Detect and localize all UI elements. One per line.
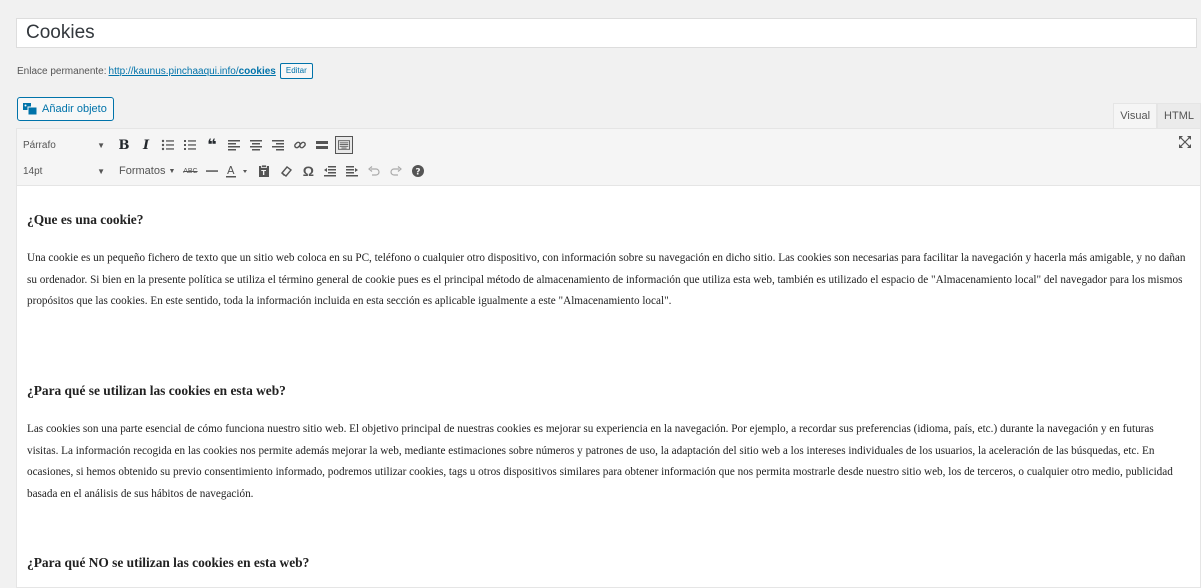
outdent-icon[interactable]: [319, 160, 341, 182]
fullscreen-icon[interactable]: [1178, 135, 1192, 149]
editor-tabs: Visual HTML: [1113, 103, 1201, 128]
italic-icon[interactable]: I: [135, 134, 157, 156]
permalink-base: http://kaunus.pinchaaqui.info/: [108, 65, 239, 77]
format-select[interactable]: Párrafo ▼: [17, 140, 113, 151]
svg-text:T: T: [262, 169, 267, 177]
align-center-icon[interactable]: [245, 134, 267, 156]
content-heading: ¿Para qué NO se utilizan las cookies en …: [27, 555, 310, 570]
tab-html[interactable]: HTML: [1157, 103, 1201, 128]
editor-content[interactable]: ¿Que es una cookie? Una cookie es un peq…: [16, 186, 1201, 588]
post-title-input[interactable]: Cookies: [16, 18, 1197, 48]
svg-text:?: ?: [416, 168, 421, 178]
formats-dropdown[interactable]: Formatos ▼: [119, 165, 175, 177]
svg-text:A: A: [227, 164, 235, 177]
formats-label: Formatos: [119, 165, 166, 177]
content-paragraph: Las cookies son una parte esencial de có…: [27, 423, 1173, 500]
text-color-icon[interactable]: A: [223, 160, 253, 182]
horizontal-line-icon[interactable]: [201, 160, 223, 182]
chevron-down-icon: ▼: [168, 167, 176, 175]
permalink-bar: Enlace permanente: http://kaunus.pinchaa…: [17, 63, 313, 79]
toolbar-row-1: Párrafo ▼ B I ❝: [17, 132, 353, 158]
strikethrough-icon[interactable]: ABC: [179, 160, 201, 182]
blockquote-icon[interactable]: ❝: [201, 134, 223, 156]
align-left-icon[interactable]: [223, 134, 245, 156]
content-paragraph: Una cookie es un pequeño fichero de text…: [27, 252, 1186, 307]
bulleted-list-icon[interactable]: [157, 134, 179, 156]
align-right-icon[interactable]: [267, 134, 289, 156]
chevron-down-icon: ▼: [97, 166, 105, 176]
special-character-icon[interactable]: Ω: [297, 160, 319, 182]
permalink-label: Enlace permanente:: [17, 65, 107, 77]
edit-permalink-button[interactable]: Editar: [279, 63, 313, 79]
content-heading: ¿Para qué se utilizan las cookies en est…: [27, 383, 286, 398]
add-media-label: Añadir objeto: [42, 103, 107, 115]
editor-toolbar: Párrafo ▼ B I ❝ 14pt ▼ Formatos ▼ ABC A …: [16, 128, 1201, 186]
undo-icon[interactable]: [363, 160, 385, 182]
paste-text-icon[interactable]: T: [253, 160, 275, 182]
numbered-list-icon[interactable]: [179, 134, 201, 156]
permalink-link[interactable]: http://kaunus.pinchaaqui.info/cookies: [109, 66, 276, 77]
tab-visual[interactable]: Visual: [1113, 103, 1158, 128]
chevron-down-icon: ▼: [97, 140, 105, 150]
permalink-slug: cookies: [238, 65, 276, 77]
toolbar-toggle-icon[interactable]: [335, 136, 353, 154]
bold-icon[interactable]: B: [113, 134, 135, 156]
help-icon[interactable]: ?: [407, 160, 429, 182]
clear-formatting-icon[interactable]: [275, 160, 297, 182]
font-size-select[interactable]: 14pt ▼: [17, 166, 113, 177]
font-size-select-value: 14pt: [23, 165, 43, 177]
media-icon: [23, 103, 37, 115]
add-media-button[interactable]: Añadir objeto: [17, 97, 114, 121]
toolbar-row-2: 14pt ▼ Formatos ▼ ABC A T Ω ?: [17, 158, 429, 184]
link-icon[interactable]: [289, 134, 311, 156]
read-more-icon[interactable]: [311, 134, 333, 156]
content-heading: ¿Que es una cookie?: [27, 212, 144, 227]
indent-icon[interactable]: [341, 160, 363, 182]
format-select-value: Párrafo: [23, 139, 56, 151]
redo-icon[interactable]: [385, 160, 407, 182]
